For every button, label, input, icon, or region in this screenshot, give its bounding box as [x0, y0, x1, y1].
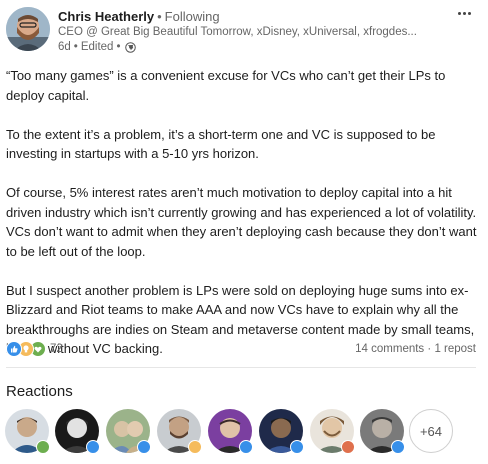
follow-status[interactable]: Following — [165, 9, 220, 24]
support-icon — [36, 440, 50, 454]
like-icon — [290, 440, 304, 454]
insightful-icon — [188, 440, 202, 454]
comment-repost-counts: 14 comments · 1 repost — [355, 341, 476, 357]
author-meta: Chris Heatherly • Following CEO @ Great Bi… — [58, 9, 438, 55]
post-body: “Too many games” is a convenient excuse … — [6, 66, 482, 359]
author-photo — [6, 7, 50, 51]
dot-separator: • — [157, 9, 162, 24]
dot-separator: • — [73, 41, 78, 53]
reactor-avatar[interactable] — [157, 409, 202, 454]
divider — [6, 367, 476, 368]
post-meta: 6d • Edited • — [58, 40, 438, 55]
reaction-count: 72 — [50, 343, 63, 355]
like-icon — [391, 440, 405, 454]
like-icon — [6, 341, 22, 357]
dot-icon — [462, 12, 466, 15]
linkedin-post: Chris Heatherly • Following CEO @ Great Bi… — [0, 0, 488, 464]
reactor-avatar[interactable] — [55, 409, 100, 454]
comments-count[interactable]: 14 comments — [355, 343, 424, 355]
reactor-avatar[interactable] — [259, 409, 304, 454]
reactor-avatar[interactable] — [106, 409, 151, 454]
globe-icon — [125, 42, 137, 53]
edited-label: Edited — [80, 41, 114, 53]
reactor-avatar[interactable] — [208, 409, 253, 454]
more-options-button[interactable] — [454, 7, 474, 21]
dot-separator: • — [116, 41, 121, 53]
more-reactors-button[interactable]: +64 — [409, 409, 453, 453]
author-line: Chris Heatherly • Following — [58, 9, 438, 25]
author-headline: CEO @ Great Big Beautiful Tomorrow, xDis… — [58, 26, 417, 38]
reposts-count[interactable]: 1 repost — [434, 343, 476, 355]
reactions-summary[interactable]: 72 — [6, 341, 63, 357]
dot-icon — [457, 12, 461, 15]
like-icon — [239, 440, 253, 454]
like-icon — [86, 440, 100, 454]
love-icon — [341, 440, 355, 454]
dot-icon — [467, 12, 471, 15]
dot-separator: · — [427, 343, 432, 355]
social-counts: 72 14 comments · 1 repost — [6, 341, 476, 359]
reactor-list: +64 — [5, 409, 483, 457]
post-paragraph: “Too many games” is a convenient excuse … — [6, 68, 446, 103]
reactions-heading: Reactions — [6, 383, 73, 400]
post-paragraph: To the extent it’s a problem, it’s a sho… — [6, 126, 436, 162]
post-header: Chris Heatherly • Following CEO @ Great Bi… — [6, 7, 482, 55]
post-paragraph: Of course, 5% interest rates aren’t much… — [6, 185, 477, 259]
author-avatar[interactable] — [6, 7, 50, 51]
post-time: 6d — [58, 41, 71, 53]
author-name[interactable]: Chris Heatherly — [58, 9, 154, 24]
reactor-avatar[interactable] — [5, 409, 50, 454]
like-icon — [137, 440, 151, 454]
reactor-avatar[interactable] — [310, 409, 355, 454]
reactor-avatar[interactable] — [360, 409, 405, 454]
